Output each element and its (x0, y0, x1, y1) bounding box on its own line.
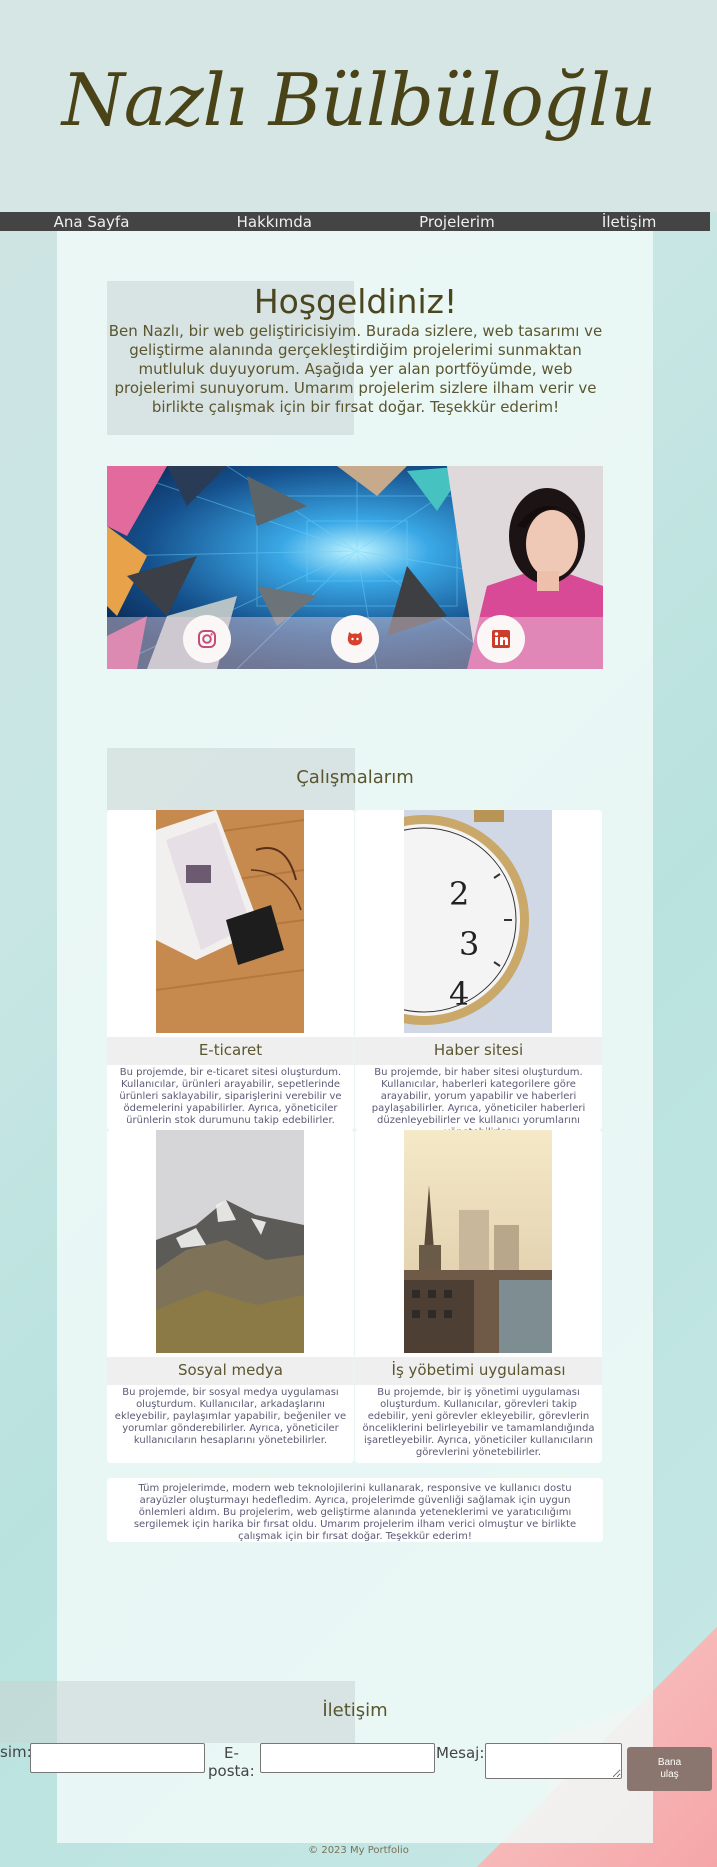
site-header: Nazlı Bülbüloğlu (0, 0, 717, 212)
instagram-icon (198, 630, 216, 648)
svg-text:3: 3 (459, 925, 479, 963)
project-title: Sosyal medya (178, 1361, 283, 1379)
footer-text: © 2023 My Portfolio (308, 1845, 409, 1856)
project-description: Bu projemde, bir haber sitesi oluşturdum… (371, 1067, 586, 1138)
nav-contact[interactable]: İletişim (602, 213, 656, 231)
svg-text:2: 2 (449, 875, 469, 913)
project-title: Haber sitesi (433, 1041, 524, 1059)
name-label: sim: (0, 1743, 32, 1761)
main-nav: Ana Sayfa Hakkımda Projelerim İletişim (0, 212, 710, 231)
email-input[interactable] (260, 1743, 435, 1773)
message-label: Mesaj: (436, 1744, 485, 1762)
hero-banner (107, 466, 603, 669)
name-input[interactable] (30, 1743, 205, 1773)
message-textarea[interactable] (485, 1743, 622, 1779)
linkedin-button[interactable] (477, 615, 525, 663)
github-button[interactable] (331, 615, 379, 663)
project-description: Bu projemde, bir iş yönetimi uygulaması … (362, 1387, 595, 1458)
email-label-1: E- (224, 1744, 239, 1762)
linkedin-icon (492, 630, 510, 648)
project-image (404, 1130, 552, 1353)
nav-about[interactable]: Hakkımda (237, 213, 312, 231)
project-description: Bu projemde, bir e-ticaret sitesi oluştu… (119, 1067, 342, 1126)
instagram-button[interactable] (183, 615, 231, 663)
project-description: Bu projemde, bir sosyal medya uygulaması… (114, 1387, 347, 1446)
button-label-line-1: Bana (657, 1757, 682, 1768)
welcome-text: Ben Nazlı, bir web geliştiricisiyim. Bur… (108, 322, 603, 416)
project-image (156, 1130, 304, 1353)
button-label-line-2: ulaş (660, 1769, 679, 1780)
project-card[interactable]: Sosyal medya Bu projemde, bir sosyal med… (107, 1130, 354, 1463)
project-card[interactable]: İş yöbetimi uygulaması Bu projemde, bir … (355, 1130, 602, 1463)
welcome-title: Hoşgeldiniz! (253, 282, 458, 321)
email-label-2: posta: (208, 1762, 255, 1780)
nav-projects[interactable]: Projelerim (419, 213, 495, 231)
project-title: E-ticaret (198, 1041, 263, 1059)
projects-summary: Tüm projelerimde, modern web teknolojile… (107, 1478, 603, 1542)
project-card[interactable]: E-ticaret Bu projemde, bir e-ticaret sit… (107, 810, 354, 1130)
project-title: İş yöbetimi uygulaması (391, 1361, 566, 1379)
contact-title: İletişim (322, 1700, 388, 1721)
project-card[interactable]: 2 3 4 Haber sitesi Bu projemde, bir habe… (355, 810, 602, 1138)
svg-text:4: 4 (449, 975, 469, 1013)
project-image (156, 810, 304, 1033)
nav-home[interactable]: Ana Sayfa (54, 213, 130, 231)
site-logo: Nazlı Bülbüloğlu (61, 58, 656, 142)
project-image: 2 3 4 (404, 810, 552, 1033)
projects-summary-text: Tüm projelerimde, modern web teknolojile… (133, 1483, 577, 1542)
works-title: Çalışmalarım (296, 767, 414, 788)
contact-submit-button[interactable]: Bana ulaş (627, 1747, 712, 1791)
github-icon (347, 632, 363, 646)
